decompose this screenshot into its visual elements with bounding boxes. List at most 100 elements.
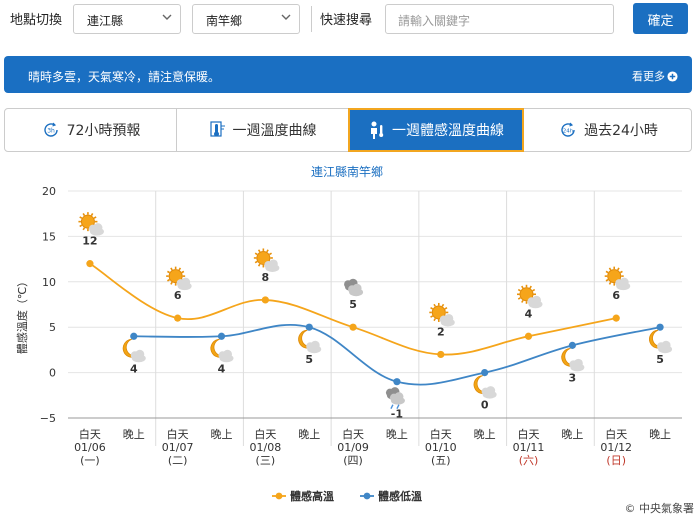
county-select[interactable]: 連江縣 (73, 4, 181, 34)
x-tick-period: 白天 (342, 427, 364, 441)
tab-label: 過去24小時 (584, 123, 658, 139)
tab-week-temperature[interactable]: 一週溫度曲線 (177, 109, 349, 151)
svg-text:3h: 3h (47, 128, 55, 135)
low-temperature-label: -1 (391, 408, 403, 421)
y-tick-label: −5 (40, 412, 56, 425)
tab-72-hour[interactable]: 3h 72小時預報 (5, 109, 177, 151)
y-tick-label: 5 (49, 321, 56, 334)
sunny-cloud-icon (604, 266, 631, 291)
copyright-text: © 中央氣象署 (624, 502, 695, 515)
high-temperature-label: 2 (437, 325, 445, 338)
x-tick-date: 01/12 (600, 441, 632, 454)
high-temperature-label: 4 (525, 307, 533, 320)
y-tick-label: 0 (49, 367, 56, 380)
low-temperature-line (133, 323, 661, 386)
low-temperature-label: 3 (569, 371, 577, 384)
chevron-down-icon (281, 14, 291, 20)
tab-past-24-hours[interactable]: 24h 過去24小時 (524, 109, 692, 151)
y-tick-label: 20 (42, 185, 56, 198)
24h-clock-icon: 24h (561, 122, 575, 137)
tab-week-apparent-temperature[interactable]: 一週體感溫度曲線 (348, 108, 524, 152)
chart-grid (68, 190, 682, 446)
svg-text:24h: 24h (563, 129, 574, 135)
x-tick-date: 01/10 (425, 441, 457, 454)
moon-cloud-icon (649, 329, 673, 354)
see-more-label: 看更多 (632, 70, 665, 83)
x-tick-date: 01/06 (74, 441, 106, 454)
low-temperature-point (656, 323, 664, 331)
high-temperature-label: 6 (612, 289, 620, 302)
x-tick-period: 白天 (430, 427, 452, 441)
search-input[interactable]: 請輸入關鍵字 (385, 4, 614, 34)
moon-cloud-icon (122, 338, 146, 363)
confirm-button[interactable]: 確定 (633, 3, 688, 34)
x-tick-weekday: (一) (80, 454, 100, 467)
chart-legend: 體感高溫 體感低溫 (272, 489, 422, 503)
x-tick-period: 白天 (518, 427, 540, 441)
low-temperature-point (130, 332, 138, 340)
x-tick-weekday: (三) (256, 454, 276, 467)
low-temperature-point (217, 332, 226, 340)
x-tick-period: 晚上 (211, 428, 233, 441)
x-tick-period: 晚上 (123, 428, 145, 441)
x-tick-date: 01/08 (250, 441, 282, 454)
cloudy-rain-icon (385, 387, 405, 409)
see-more-link[interactable]: 看更多 (632, 68, 678, 84)
apparent-temperature-chart: 連江縣南竿鄉 體感溫度（℃） −505101520 白天01/06(一)晚上 白天… (15, 164, 682, 503)
weather-icons (78, 212, 673, 409)
high-temperature-point (261, 296, 269, 304)
high-temperature-point (349, 323, 357, 331)
x-axis-ticks: 白天01/06(一)晚上 白天01/07(二)晚上 白天01/08(三)晚上 白天01… (74, 427, 671, 467)
location-switch-label: 地點切換 (10, 13, 63, 28)
tab-label: 72小時預報 (66, 123, 141, 139)
x-tick-period: 晚上 (386, 428, 408, 441)
low-temperature-point (393, 378, 401, 386)
moon-cloud-icon (298, 329, 322, 354)
high-temperature-point (174, 314, 182, 322)
low-temperature-label: 5 (656, 353, 664, 366)
x-tick-period: 白天 (167, 427, 189, 441)
moon-cloud-icon (473, 375, 497, 399)
low-temperature-label: 4 (130, 362, 138, 375)
low-temperature-point (568, 341, 576, 349)
y-axis-ticks: −5 0 5 10 15 20 (40, 185, 56, 425)
location-bar: 地點切換 連江縣 南竿鄉 快速搜尋 請輸入關鍵字 確定 (0, 0, 700, 40)
plus-circle-icon (667, 71, 678, 82)
weather-summary-text: 晴時多雲，天氣寒冷，請注意保暖。 (28, 70, 221, 84)
sunny-cloud-icon (253, 248, 280, 272)
x-tick-date: 01/09 (337, 441, 369, 454)
high-temperature-label: 12 (82, 235, 97, 248)
forecast-tabs: 3h 72小時預報 一週溫度曲線 一週體感溫度曲線 24h 過去24小時 (4, 108, 692, 152)
x-tick-period: 晚上 (561, 428, 583, 441)
y-tick-label: 15 (42, 230, 56, 243)
thermometer-icon (209, 121, 225, 137)
legend-marker (275, 492, 283, 500)
y-axis-label: 體感溫度（℃） (15, 276, 29, 354)
high-temperature-label: 6 (174, 289, 182, 302)
township-select[interactable]: 南竿鄉 (192, 4, 300, 34)
sunny-cloud-icon (517, 284, 543, 309)
county-select-value: 連江縣 (87, 14, 124, 28)
moon-cloud-icon (210, 338, 234, 363)
legend-high-temperature: 體感高溫 (290, 489, 334, 503)
x-tick-period: 白天 (79, 427, 101, 441)
low-temperature-point (305, 323, 313, 331)
x-tick-period: 白天 (605, 427, 627, 441)
x-tick-date: 01/11 (513, 441, 545, 454)
low-temperature-label: 4 (218, 362, 226, 375)
x-tick-period: 晚上 (298, 428, 320, 441)
y-tick-label: 10 (42, 276, 56, 289)
moon-cloud-icon (561, 347, 585, 372)
weather-summary-banner: 晴時多雲，天氣寒冷，請注意保暖。 看更多 (4, 56, 692, 93)
72h-clock-icon: 3h (43, 122, 58, 137)
low-temperature-label: 5 (305, 353, 313, 366)
x-tick-weekday: (二) (168, 454, 188, 467)
x-tick-period: 白天 (254, 427, 276, 441)
high-temperature-label: 5 (349, 298, 357, 311)
x-tick-weekday: (四) (343, 454, 363, 467)
high-temperature-point (612, 314, 620, 322)
divider (311, 6, 312, 32)
sunny-cloud-icon (78, 212, 104, 236)
township-select-value: 南竿鄉 (206, 14, 243, 28)
quick-search-label: 快速搜尋 (320, 13, 373, 28)
